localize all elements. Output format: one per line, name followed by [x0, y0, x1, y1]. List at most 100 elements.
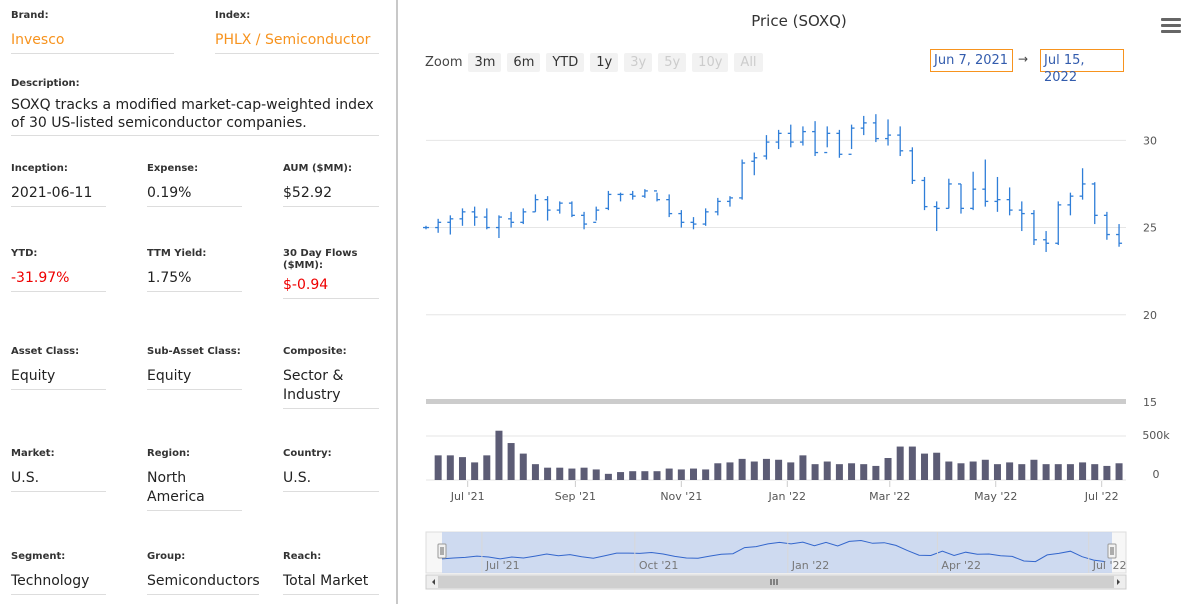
ohlc-bar — [812, 121, 819, 157]
volume-bar — [1006, 462, 1014, 480]
ohlc-bar — [1018, 201, 1025, 232]
volume-bar — [458, 457, 466, 480]
zoom-all-button[interactable]: All — [734, 52, 763, 72]
volume-bar — [823, 461, 831, 480]
range-from-input[interactable]: Jun 7, 2021 — [930, 49, 1013, 72]
volume-bar — [957, 463, 965, 480]
price-tick-label: 30 — [1143, 134, 1157, 147]
volume-bar — [617, 472, 625, 480]
country-field: Country: U.S. — [283, 448, 379, 492]
navigator-selection — [442, 532, 1112, 573]
price-tick-label: 25 — [1143, 222, 1157, 235]
x-tick-label: Jan '22 — [768, 490, 806, 503]
inception-value: 2021-06-11 — [11, 184, 106, 207]
ohlc-bar — [508, 211, 515, 228]
aum-field: AUM ($MM): $52.92 — [283, 163, 379, 207]
volume-bar — [507, 443, 515, 480]
region-label: Region: — [147, 448, 191, 459]
volume-bar — [1018, 464, 1026, 480]
volume-bar — [908, 446, 916, 480]
zoom-3y-button[interactable]: 3y — [624, 52, 653, 72]
ohlc-bar — [568, 201, 575, 218]
zoom-ytd-button[interactable]: YTD — [546, 52, 585, 72]
volume-bar — [775, 459, 783, 480]
volume-bar — [580, 467, 588, 480]
zoom-1y-button[interactable]: 1y — [590, 52, 619, 72]
x-tick-label: May '22 — [974, 490, 1017, 503]
group-label: Group: — [147, 551, 186, 562]
scrollbar-thumb[interactable] — [438, 576, 1114, 588]
index-label: Index: — [215, 10, 251, 21]
x-tick-label: Sep '21 — [555, 490, 596, 503]
region-value: North America — [147, 469, 242, 511]
ohlc-bar — [739, 159, 746, 200]
navigator-right-handle[interactable] — [1107, 543, 1117, 559]
asset-class-label: Asset Class: — [11, 346, 80, 357]
volume-bar — [702, 469, 710, 480]
fund-info-panel: Brand: Invesco Index: PHLX / Semiconduct… — [0, 0, 396, 604]
volume-bar — [811, 464, 819, 480]
ohlc-bar — [885, 119, 892, 146]
zoom-5y-button[interactable]: 5y — [658, 52, 687, 72]
market-label: Market: — [11, 448, 55, 459]
price-tick-label: 15 — [1143, 396, 1157, 409]
volume-bar — [653, 471, 661, 480]
flows-field: 30 Day Flows ($MM): $-0.94 — [283, 248, 379, 299]
ohlc-bar — [982, 159, 989, 207]
ttm-yield-field: TTM Yield: 1.75% — [147, 248, 242, 292]
ohlc-bar — [666, 194, 673, 218]
volume-bar — [993, 464, 1001, 480]
x-tick-label: Jul '21 — [450, 490, 485, 503]
zoom-bar: Zoom 3m 6m YTD 1y 3y 5y 10y All — [425, 51, 769, 73]
zoom-label: Zoom — [425, 54, 463, 70]
inception-label: Inception: — [11, 163, 68, 174]
volume-bar — [629, 471, 637, 480]
composite-field: Composite: Sector & Industry — [283, 346, 379, 409]
asset-class-field: Asset Class: Equity — [11, 346, 106, 390]
asset-class-value: Equity — [11, 367, 106, 390]
ohlc-bar — [787, 124, 794, 148]
volume-bar — [762, 458, 770, 480]
ohlc-bar — [933, 201, 940, 232]
aum-label: AUM ($MM): — [283, 163, 352, 174]
country-value: U.S. — [283, 469, 379, 492]
navigator-tick-label: Jan '22 — [791, 559, 829, 572]
volume-bar — [787, 462, 795, 480]
volume-bar — [1103, 465, 1111, 480]
volume-bar — [981, 459, 989, 480]
ohlc-bar — [714, 197, 721, 216]
navigator-left-handle[interactable] — [437, 543, 447, 559]
x-tick-label: Jul '22 — [1084, 490, 1119, 503]
group-value: Semiconductors — [147, 572, 260, 595]
brand-label: Brand: — [11, 10, 49, 21]
ohlc-bar — [1043, 231, 1050, 252]
brand-value[interactable]: Invesco — [11, 31, 174, 54]
ohlc-bar — [921, 176, 928, 211]
zoom-3m-button[interactable]: 3m — [468, 52, 502, 72]
ytd-label: YTD: — [11, 248, 38, 259]
volume-bar — [641, 471, 649, 480]
volume-bar — [665, 468, 673, 480]
segment-field: Segment: Technology — [11, 551, 106, 595]
price-chart-svg: 15 20 25 30 0 500k Jul '21 Sep '21 Nov '21 Jan '2… — [423, 114, 1170, 590]
zoom-10y-button[interactable]: 10y — [692, 52, 729, 72]
volume-bar — [750, 461, 758, 480]
composite-label: Composite: — [283, 346, 347, 357]
price-chart: 15 20 25 30 0 500k Jul '21 Sep '21 Nov '21 Jan '2… — [398, 0, 1200, 604]
ohlc-bar — [763, 135, 770, 160]
volume-bar — [884, 458, 892, 480]
market-field: Market: U.S. — [11, 448, 106, 492]
volume-bar — [945, 461, 953, 480]
hamburger-menu-icon[interactable] — [1161, 18, 1181, 34]
volume-bar — [471, 462, 479, 480]
zoom-6m-button[interactable]: 6m — [507, 52, 541, 72]
expense-value: 0.19% — [147, 184, 242, 207]
volume-bar — [1054, 464, 1062, 480]
volume-bar — [568, 468, 576, 480]
navigator-tick-label: Apr '22 — [941, 559, 981, 572]
ohlc-bar — [459, 208, 466, 226]
ohlc-bar — [1006, 187, 1013, 216]
index-value[interactable]: PHLX / Semiconductor — [215, 31, 379, 54]
ohlc-bar — [1103, 211, 1110, 240]
range-to-input[interactable]: Jul 15, 2022 — [1040, 49, 1124, 85]
